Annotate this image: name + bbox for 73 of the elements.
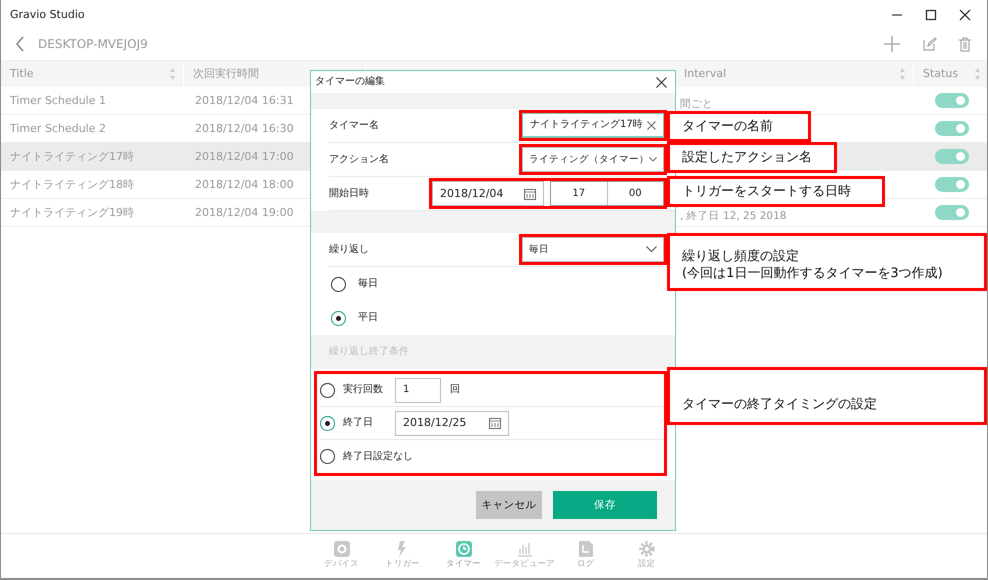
callout-text: 繰り返し頻度の設定 bbox=[682, 248, 800, 265]
radio-label: 実行回数 bbox=[343, 383, 384, 397]
device-name: DESKTOP-MVEJOJ9 bbox=[38, 36, 148, 52]
table-cell: ナイトライティング18時 bbox=[10, 176, 134, 192]
radio-label: 平日 bbox=[358, 311, 378, 325]
action-dropdown[interactable]: ライティング（タイマー） bbox=[522, 147, 664, 172]
column-header[interactable]: Status bbox=[914, 61, 987, 87]
table-cell: 2018/12/04 17:00 bbox=[195, 148, 294, 164]
status-toggle[interactable] bbox=[934, 205, 968, 220]
cancel-button[interactable]: キャンセル bbox=[476, 491, 542, 519]
window-title: Gravio Studio bbox=[10, 7, 85, 23]
gear-icon bbox=[334, 541, 350, 558]
radio-button[interactable] bbox=[331, 276, 346, 292]
close-icon[interactable] bbox=[656, 76, 667, 88]
field-label: 開始日時 bbox=[329, 186, 370, 200]
status-toggle[interactable] bbox=[934, 177, 968, 192]
nav-tab[interactable]: タイマー bbox=[433, 541, 494, 571]
sort-icon bbox=[899, 67, 906, 81]
status-toggle[interactable] bbox=[934, 149, 968, 164]
nav-tab[interactable]: ログ bbox=[555, 541, 616, 571]
end-date-field[interactable]: 2018/12/25 bbox=[395, 410, 509, 436]
sort-icon bbox=[169, 67, 176, 81]
nav-tab[interactable]: 設定 bbox=[616, 541, 677, 571]
sort-icon bbox=[974, 67, 981, 81]
timer-name-field[interactable]: ナイトライティング17時 bbox=[522, 113, 664, 138]
radio-button[interactable] bbox=[320, 416, 335, 430]
table-cell: Timer Schedule 2 bbox=[10, 120, 106, 136]
status-toggle[interactable] bbox=[934, 93, 968, 108]
table-cell: 2018/12/04 18:00 bbox=[195, 176, 294, 192]
nav-tab[interactable]: データビューア bbox=[494, 541, 555, 571]
save-button[interactable]: 保存 bbox=[553, 491, 657, 519]
callout-text: トリガーをスタートする日時 bbox=[682, 183, 852, 200]
column-header[interactable]: Title bbox=[1, 61, 184, 87]
clock-icon bbox=[456, 541, 472, 558]
table-cell: , 終了日 12, 25 2018 bbox=[680, 209, 786, 224]
chevron-down-icon bbox=[649, 156, 657, 163]
field-label: 繰り返し bbox=[329, 242, 370, 256]
gear-icon bbox=[638, 541, 654, 558]
radio-button[interactable] bbox=[331, 310, 346, 326]
table-cell: ナイトライティング17時 bbox=[10, 148, 134, 164]
field-label: タイマー名 bbox=[329, 118, 380, 132]
callout-text: タイマーの名前 bbox=[682, 118, 774, 135]
table-cell: 2018/12/04 16:31 bbox=[195, 92, 294, 108]
radio-button[interactable] bbox=[320, 382, 335, 398]
nav-tab[interactable]: トリガー bbox=[372, 541, 433, 571]
callout-text: 設定したアクション名 bbox=[682, 149, 813, 166]
table-cell: Timer Schedule 1 bbox=[10, 92, 106, 108]
callout-text: (今回は1日一回動作するタイマーを3つ作成) bbox=[682, 265, 944, 282]
radio-label: 終了日設定なし bbox=[343, 450, 413, 464]
callout-text: タイマーの終了タイミングの設定 bbox=[682, 396, 878, 413]
document-icon bbox=[578, 541, 592, 558]
calendar-icon[interactable] bbox=[489, 417, 501, 429]
clear-icon[interactable] bbox=[647, 120, 656, 130]
field-label: アクション名 bbox=[329, 152, 390, 166]
close-icon[interactable] bbox=[959, 9, 971, 21]
radio-label: 終了日 bbox=[343, 416, 374, 430]
table-cell: 2018/12/04 16:30 bbox=[195, 120, 294, 136]
maximize-icon[interactable] bbox=[925, 9, 937, 21]
table-cell: ナイトライティング19時 bbox=[10, 204, 134, 220]
table-cell: 間ごと bbox=[680, 97, 713, 112]
back-icon[interactable] bbox=[15, 36, 25, 52]
nav-tab[interactable]: デバイス bbox=[311, 541, 372, 571]
repeat-dropdown[interactable]: 毎日 bbox=[522, 237, 664, 262]
count-field[interactable]: 1 bbox=[395, 378, 441, 402]
bar-chart-icon bbox=[516, 541, 532, 558]
calendar-icon[interactable] bbox=[524, 188, 536, 200]
status-toggle[interactable] bbox=[934, 121, 968, 136]
chevron-down-icon bbox=[646, 246, 657, 253]
unit-label: 回 bbox=[450, 383, 460, 397]
date-field[interactable]: 2018/12/04 bbox=[432, 181, 544, 206]
table-cell: 2018/12/04 19:00 bbox=[195, 204, 294, 220]
radio-button[interactable] bbox=[320, 449, 335, 464]
radio-label: 毎日 bbox=[358, 277, 378, 291]
